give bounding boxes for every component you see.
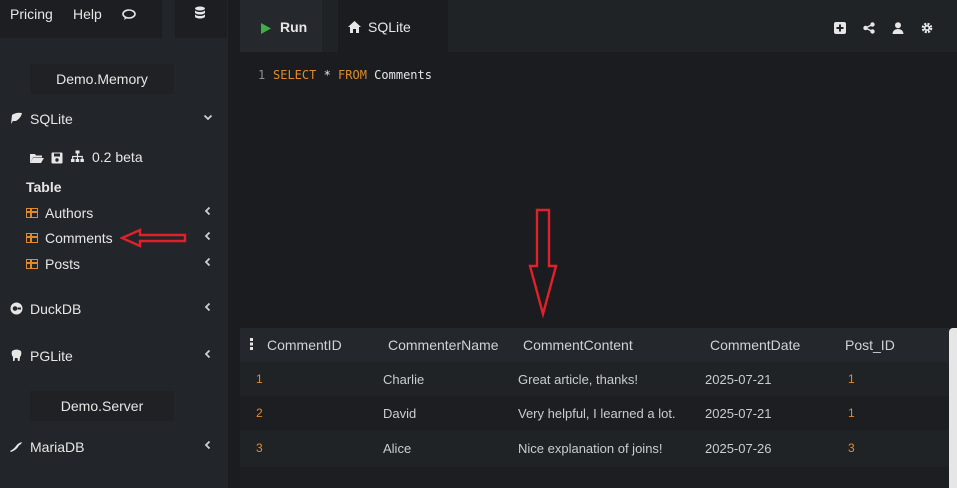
duck-icon: [10, 302, 23, 315]
annotation-arrow-down-icon: [528, 208, 558, 318]
cell-comment-id: 1: [256, 372, 263, 386]
table-row[interactable]: 3 Alice Nice explanation of joins! 2025-…: [240, 431, 949, 465]
table-icon: [26, 208, 38, 218]
column-menu-icon[interactable]: [250, 337, 253, 350]
keyword-from: FROM: [338, 68, 367, 82]
sqlite-version: 0.2 beta: [92, 149, 143, 165]
table-row[interactable]: 2 David Very helpful, I learned a lot. 2…: [240, 396, 949, 430]
add-icon[interactable]: [834, 21, 846, 34]
seal-icon: [10, 440, 23, 453]
gear-icon[interactable]: [921, 21, 933, 34]
sidebar: Pricing Help Demo.Memory SQLite 0.2 beta…: [0, 0, 228, 488]
sidebar-item-pglite[interactable]: PGLite: [0, 344, 228, 370]
main-panel: Run SQLite 1 SELECT * FROM Comments Comm…: [228, 0, 957, 488]
chevron-left-icon[interactable]: [203, 347, 213, 362]
folder-open-icon[interactable]: [30, 151, 44, 167]
code-star: *: [316, 68, 339, 82]
help-link[interactable]: Help: [73, 6, 102, 22]
cell-commenter-name: Charlie: [383, 372, 425, 387]
save-icon[interactable]: [51, 151, 63, 167]
sitemap-icon[interactable]: [71, 150, 84, 166]
top-nav: Pricing Help: [0, 0, 228, 38]
database-icon[interactable]: [194, 6, 206, 20]
share-icon[interactable]: [863, 21, 875, 34]
column-header[interactable]: CommenterName: [388, 337, 498, 353]
chevron-left-icon[interactable]: [203, 438, 213, 453]
cell-comment-date: 2025-07-21: [705, 372, 772, 387]
cell-commenter-name: David: [383, 406, 417, 421]
chat-icon[interactable]: [122, 8, 136, 20]
home-icon: [348, 20, 361, 36]
cell-comment-id: 2: [256, 406, 263, 420]
table-label: Comments: [45, 230, 113, 246]
pglite-label: PGLite: [30, 348, 73, 364]
cell-post-id: 1: [848, 372, 855, 386]
duckdb-label: DuckDB: [30, 301, 82, 317]
table-label: Authors: [45, 205, 94, 221]
table-icon: [26, 233, 38, 243]
results-header: CommentID CommenterName CommentContent C…: [240, 328, 949, 362]
sql-code-line[interactable]: SELECT * FROM Comments: [273, 68, 432, 82]
demo-memory-heading: Demo.Memory: [30, 64, 174, 94]
play-icon: [261, 21, 271, 37]
chevron-left-icon[interactable]: [203, 204, 213, 219]
table-icon: [26, 259, 38, 269]
table-row[interactable]: 1 Charlie Great article, thanks! 2025-07…: [240, 362, 949, 396]
column-header[interactable]: Post_ID: [845, 337, 895, 353]
cell-comment-date: 2025-07-26: [705, 441, 772, 456]
pricing-link[interactable]: Pricing: [10, 6, 53, 22]
cell-commenter-name: Alice: [383, 441, 412, 456]
user-icon[interactable]: [892, 21, 904, 34]
annotation-arrow-left-icon: [120, 228, 187, 248]
line-number: 1: [258, 68, 266, 82]
mariadb-label: MariaDB: [30, 439, 85, 455]
sqlite-toolbar: 0.2 beta: [0, 146, 228, 168]
column-header[interactable]: CommentID: [267, 337, 342, 353]
tab-sqlite[interactable]: SQLite: [338, 0, 448, 52]
cell-comment-date: 2025-07-21: [705, 406, 772, 421]
sqlite-tab-label: SQLite: [368, 19, 411, 35]
cell-comment-content: Very helpful, I learned a lot.: [518, 406, 676, 421]
sidebar-table-posts[interactable]: Posts: [0, 254, 228, 276]
cell-comment-content: Great article, thanks!: [518, 372, 638, 387]
table-label: Posts: [45, 256, 81, 272]
sidebar-item-mariadb[interactable]: MariaDB: [0, 435, 228, 461]
sidebar-table-authors[interactable]: Authors: [0, 203, 228, 225]
sidebar-item-sqlite[interactable]: SQLite: [0, 107, 228, 133]
chevron-left-icon[interactable]: [203, 300, 213, 315]
run-button[interactable]: Run: [240, 0, 322, 52]
column-header[interactable]: CommentDate: [710, 337, 800, 353]
tab-bar: Run SQLite: [240, 0, 957, 52]
results-footer: [240, 467, 949, 488]
sidebar-table-comments[interactable]: Comments: [0, 228, 228, 250]
cell-post-id: 1: [848, 406, 855, 420]
sql-editor[interactable]: 1 SELECT * FROM Comments: [240, 52, 957, 328]
chevron-down-icon[interactable]: [203, 110, 213, 125]
cell-comment-content: Nice explanation of joins!: [518, 441, 663, 456]
results-scrollbar[interactable]: [949, 328, 957, 488]
keyword-select: SELECT: [273, 68, 317, 82]
table-heading: Table: [26, 179, 62, 195]
cell-post-id: 3: [848, 441, 855, 455]
sidebar-item-duckdb[interactable]: DuckDB: [0, 297, 228, 323]
sqlite-label: SQLite: [30, 111, 73, 127]
code-table: Comments: [366, 68, 432, 82]
demo-server-heading: Demo.Server: [30, 391, 174, 421]
feather-icon: [10, 112, 23, 125]
results-grid: CommentID CommenterName CommentContent C…: [240, 328, 949, 488]
cell-comment-id: 3: [256, 441, 263, 455]
run-label: Run: [280, 19, 308, 35]
chevron-left-icon[interactable]: [203, 255, 213, 270]
column-header[interactable]: CommentContent: [523, 337, 633, 353]
elephant-icon: [10, 349, 23, 362]
chevron-left-icon[interactable]: [203, 229, 213, 244]
